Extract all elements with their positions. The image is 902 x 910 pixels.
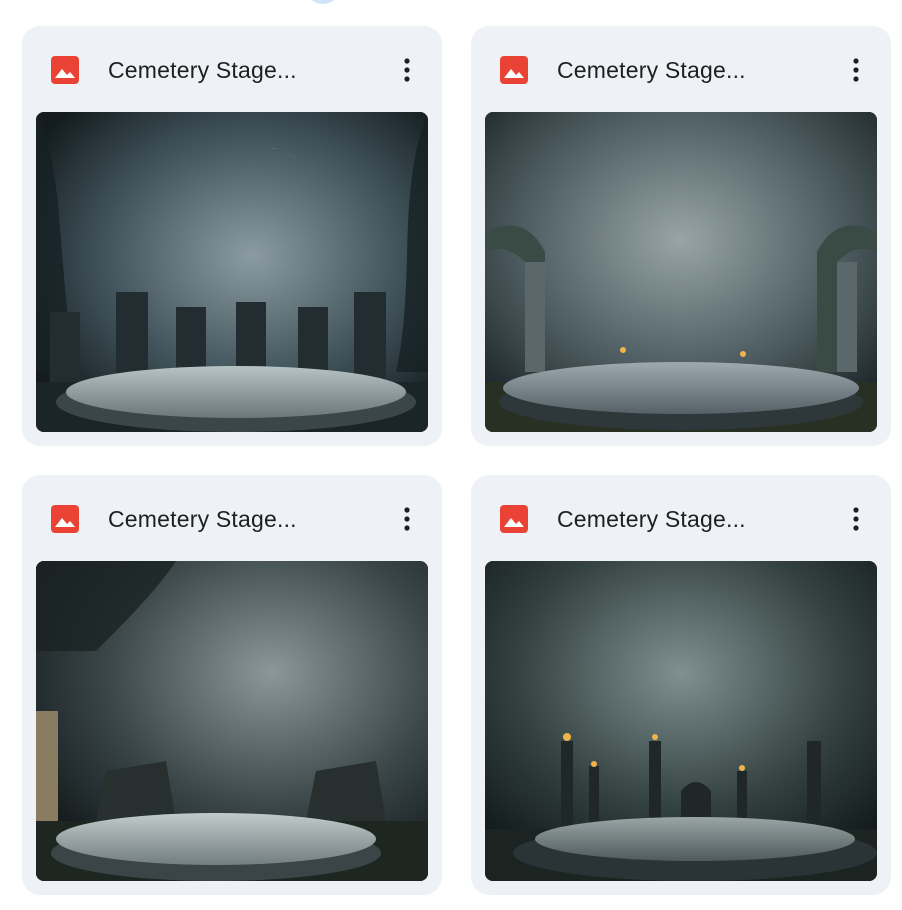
image-file-icon <box>499 55 529 85</box>
file-thumbnail[interactable] <box>485 112 877 432</box>
more-vert-icon[interactable] <box>392 499 422 539</box>
more-vert-icon[interactable] <box>392 50 422 90</box>
file-card-header: Cemetery Stage... <box>471 26 891 112</box>
file-card-header: Cemetery Stage... <box>471 475 891 561</box>
image-file-icon <box>50 504 80 534</box>
file-name: Cemetery Stage... <box>557 506 746 532</box>
image-file-icon <box>499 504 529 534</box>
file-card[interactable]: Cemetery Stage... <box>22 475 442 895</box>
file-card-header: Cemetery Stage... <box>22 475 442 561</box>
image-file-icon <box>50 55 80 85</box>
file-card[interactable]: Cemetery Stage... <box>471 475 891 895</box>
more-vert-icon[interactable] <box>841 499 871 539</box>
file-card[interactable]: Cemetery Stage... <box>22 26 442 446</box>
scroll-indicator <box>305 0 341 4</box>
file-card[interactable]: Cemetery Stage... <box>471 26 891 446</box>
file-thumbnail[interactable] <box>36 561 428 881</box>
file-card-header: Cemetery Stage... <box>22 26 442 112</box>
file-thumbnail[interactable] <box>485 561 877 881</box>
file-name: Cemetery Stage... <box>108 57 297 83</box>
file-name: Cemetery Stage... <box>108 506 297 532</box>
file-thumbnail[interactable] <box>36 112 428 432</box>
more-vert-icon[interactable] <box>841 50 871 90</box>
file-name: Cemetery Stage... <box>557 57 746 83</box>
